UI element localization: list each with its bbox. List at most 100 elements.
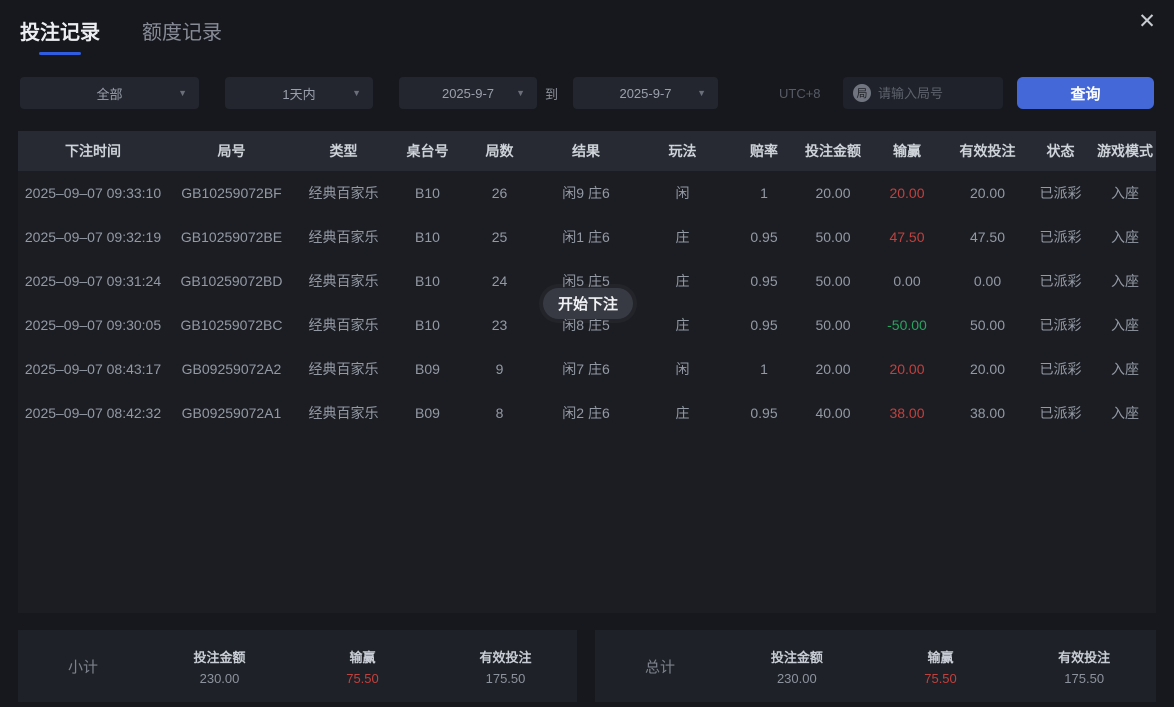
- table-header-cell: 玩法: [636, 141, 729, 161]
- cell-game-type: 经典百家乐: [295, 227, 392, 247]
- date-to-dropdown[interactable]: 2025-9-7 ▼: [573, 77, 718, 109]
- summary-stat: 有效投注 175.50: [434, 647, 577, 686]
- cell-round: 23: [463, 317, 536, 333]
- game-id-badge-icon: 局: [853, 84, 871, 102]
- summary-stat: 输赢 75.50: [869, 647, 1013, 686]
- table-header-cell: 结果: [536, 141, 636, 161]
- cell-bet-amount: 50.00: [799, 273, 867, 289]
- cell-odds: 1: [729, 361, 799, 377]
- game-id-search-input[interactable]: [878, 86, 993, 101]
- cell-odds: 0.95: [729, 405, 799, 421]
- cell-result: 闲9 庄6: [536, 183, 636, 203]
- cell-bet-amount: 40.00: [799, 405, 867, 421]
- table-header-cell: 输赢: [867, 141, 947, 161]
- cell-win-loss: -50.00: [867, 317, 947, 333]
- cell-play: 闲: [636, 183, 729, 203]
- cell-odds: 0.95: [729, 317, 799, 333]
- cell-game-type: 经典百家乐: [295, 271, 392, 291]
- cell-game-mode: 入座: [1093, 315, 1156, 335]
- cell-table-no: B10: [392, 273, 463, 289]
- cell-odds: 0.95: [729, 273, 799, 289]
- cell-valid-bet: 47.50: [947, 229, 1028, 245]
- summary-stat-title: 投注金额: [725, 647, 869, 666]
- game-id-search: 局: [843, 77, 1003, 109]
- cell-bet-time: 2025–09–07 08:43:17: [18, 361, 168, 377]
- chevron-down-icon: ▼: [516, 88, 525, 98]
- chevron-down-icon: ▼: [697, 88, 706, 98]
- cell-win-loss: 20.00: [867, 185, 947, 201]
- tab-bet-records-label: 投注记录: [20, 22, 100, 44]
- cell-bet-amount: 50.00: [799, 317, 867, 333]
- total-label: 总计: [595, 656, 725, 677]
- cell-game-type: 经典百家乐: [295, 183, 392, 203]
- tab-quota-records[interactable]: 额度记录: [142, 16, 222, 55]
- cell-bet-time: 2025–09–07 09:32:19: [18, 229, 168, 245]
- cell-round: 26: [463, 185, 536, 201]
- cell-valid-bet: 50.00: [947, 317, 1028, 333]
- cell-result: 闲7 庄6: [536, 359, 636, 379]
- cell-round: 8: [463, 405, 536, 421]
- subtotal-stats: 投注金额 230.00 输赢 75.50 有效投注 175.50: [148, 647, 577, 686]
- bet-records-table: 下注时间局号类型桌台号局数结果玩法赔率投注金额输赢有效投注状态游戏模式 2025…: [18, 131, 1156, 613]
- cell-bet-time: 2025–09–07 08:42:32: [18, 405, 168, 421]
- cell-play: 闲: [636, 359, 729, 379]
- cell-game-mode: 入座: [1093, 271, 1156, 291]
- cell-play: 庄: [636, 227, 729, 247]
- cell-win-loss: 0.00: [867, 273, 947, 289]
- summary-stat-value: 75.50: [869, 671, 1013, 686]
- cell-result: 闲1 庄6: [536, 227, 636, 247]
- cell-game-id: GB09259072A2: [168, 361, 295, 377]
- category-dropdown[interactable]: 全部 ▼: [20, 77, 199, 109]
- cell-table-no: B09: [392, 405, 463, 421]
- cell-game-type: 经典百家乐: [295, 359, 392, 379]
- cell-win-loss: 47.50: [867, 229, 947, 245]
- tab-bet-records[interactable]: 投注记录: [20, 16, 100, 55]
- cell-game-id: GB10259072BF: [168, 185, 295, 201]
- date-range-dropdown-value: 1天内: [282, 84, 315, 103]
- cell-bet-time: 2025–09–07 09:31:24: [18, 273, 168, 289]
- subtotal-label: 小计: [18, 656, 148, 677]
- cell-bet-amount: 20.00: [799, 185, 867, 201]
- query-button[interactable]: 查询: [1017, 77, 1154, 109]
- date-from-dropdown[interactable]: 2025-9-7 ▼: [399, 77, 537, 109]
- cell-win-loss: 38.00: [867, 405, 947, 421]
- cell-status: 已派彩: [1028, 315, 1093, 335]
- cell-game-mode: 入座: [1093, 403, 1156, 423]
- table-header-cell: 游戏模式: [1093, 141, 1156, 161]
- cell-bet-amount: 20.00: [799, 361, 867, 377]
- chevron-down-icon: ▼: [352, 88, 361, 98]
- summary-stat-value: 175.50: [1012, 671, 1156, 686]
- filter-bar: 全部 ▼ 1天内 ▼ 2025-9-7 ▼ 到 2025-9-7 ▼ UTC+8…: [0, 77, 1174, 109]
- summary-stat-value: 230.00: [148, 671, 291, 686]
- cell-table-no: B09: [392, 361, 463, 377]
- cell-game-id: GB10259072BE: [168, 229, 295, 245]
- summary-stat-title: 投注金额: [148, 647, 291, 666]
- cell-valid-bet: 0.00: [947, 273, 1028, 289]
- cell-game-id: GB10259072BC: [168, 317, 295, 333]
- cell-odds: 1: [729, 185, 799, 201]
- cell-game-type: 经典百家乐: [295, 315, 392, 335]
- category-dropdown-value: 全部: [96, 84, 122, 103]
- cell-game-id: GB09259072A1: [168, 405, 295, 421]
- cell-status: 已派彩: [1028, 227, 1093, 247]
- cell-play: 庄: [636, 403, 729, 423]
- cell-round: 9: [463, 361, 536, 377]
- table-header-cell: 投注金额: [799, 141, 867, 161]
- summary-stat: 投注金额 230.00: [725, 647, 869, 686]
- summary-stat-value: 230.00: [725, 671, 869, 686]
- table-header-row: 下注时间局号类型桌台号局数结果玩法赔率投注金额输赢有效投注状态游戏模式: [18, 131, 1156, 171]
- cell-result: 闲2 庄6: [536, 403, 636, 423]
- summary-stat-title: 输赢: [291, 647, 434, 666]
- cell-bet-amount: 50.00: [799, 229, 867, 245]
- cell-valid-bet: 20.00: [947, 361, 1028, 377]
- summary-stat-title: 有效投注: [1012, 647, 1156, 666]
- cell-status: 已派彩: [1028, 403, 1093, 423]
- cell-game-mode: 入座: [1093, 227, 1156, 247]
- total-stats: 投注金额 230.00 输赢 75.50 有效投注 175.50: [725, 647, 1156, 686]
- date-range-dropdown[interactable]: 1天内 ▼: [225, 77, 373, 109]
- cell-table-no: B10: [392, 229, 463, 245]
- cell-play: 庄: [636, 271, 729, 291]
- close-icon[interactable]: ✕: [1132, 6, 1162, 36]
- table-row: 2025–09–07 09:32:19 GB10259072BE 经典百家乐 B…: [18, 215, 1156, 259]
- table-header-cell: 赔率: [729, 141, 799, 161]
